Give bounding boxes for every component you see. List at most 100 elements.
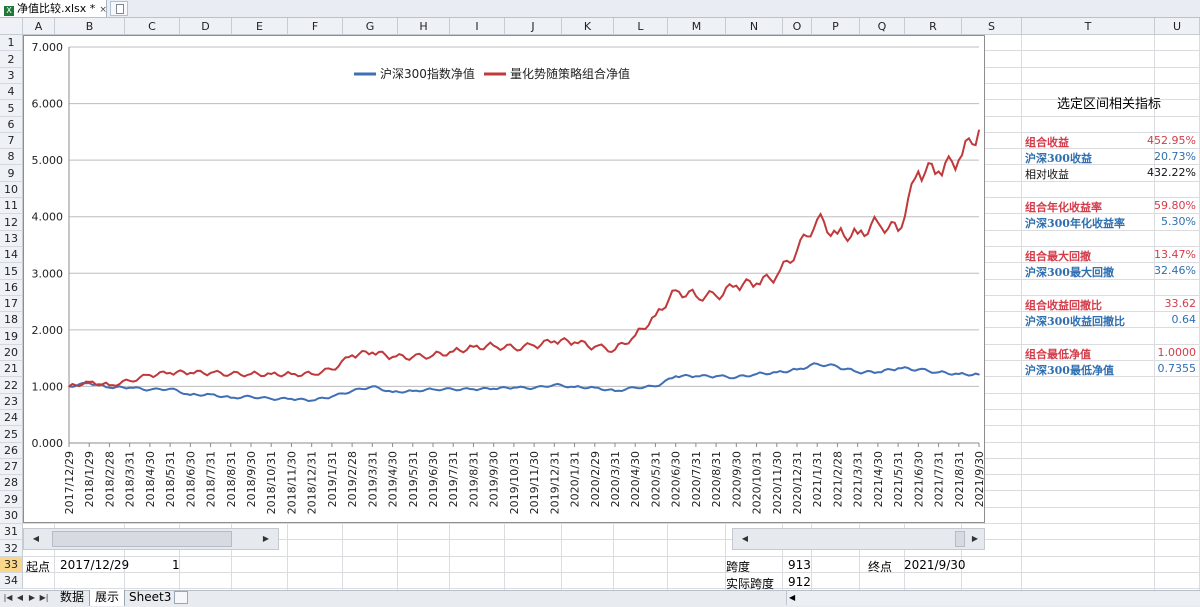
column-header-q[interactable]: Q	[860, 18, 905, 35]
new-document-icon[interactable]	[110, 1, 128, 16]
metric-label[interactable]: 组合年化收益率	[1025, 199, 1102, 215]
start-value-cell[interactable]: 1	[172, 558, 180, 572]
scroll-right-arrow-icon[interactable]: ▶	[258, 529, 274, 549]
row-header-26[interactable]: 26	[0, 443, 23, 459]
row-header-10[interactable]: 10	[0, 182, 23, 198]
sheet-tab-1[interactable]: 数据	[55, 590, 89, 606]
actual-span-value-cell[interactable]: 912	[788, 575, 811, 589]
column-header-u[interactable]: U	[1155, 18, 1200, 35]
metric-value[interactable]: 0.64	[1172, 313, 1197, 326]
select-all-corner[interactable]	[0, 18, 23, 35]
metric-label[interactable]: 相对收益	[1025, 166, 1069, 182]
next-sheet-icon[interactable]: ▶	[26, 591, 38, 605]
scroll-right-arrow-icon[interactable]: ▶	[967, 529, 983, 549]
row-header-15[interactable]: 15	[0, 263, 23, 280]
row-header-23[interactable]: 23	[0, 394, 23, 410]
metric-label[interactable]: 组合收益回撤比	[1025, 297, 1102, 313]
end-label-cell[interactable]: 终点	[868, 558, 892, 575]
span-label-cell[interactable]: 跨度	[726, 558, 750, 575]
column-header-d[interactable]: D	[180, 18, 232, 35]
metric-value[interactable]: 5.30%	[1161, 215, 1196, 228]
row-header-12[interactable]: 12	[0, 214, 23, 231]
metric-value[interactable]: 452.95%	[1147, 134, 1196, 147]
row-header-17[interactable]: 17	[0, 296, 23, 312]
start-date-cell[interactable]: 2017/12/29	[60, 558, 129, 572]
column-header-n[interactable]: N	[726, 18, 783, 35]
metric-value[interactable]: 0.7355	[1158, 362, 1197, 375]
column-header-s[interactable]: S	[962, 18, 1022, 35]
metric-value[interactable]: 1.0000	[1158, 346, 1197, 359]
scroll-thumb[interactable]	[955, 531, 965, 547]
metric-label[interactable]: 沪深300年化收益率	[1025, 215, 1125, 231]
row-header-25[interactable]: 25	[0, 426, 23, 443]
row-header-22[interactable]: 22	[0, 377, 23, 394]
row-header-20[interactable]: 20	[0, 345, 23, 361]
column-header-o[interactable]: O	[783, 18, 812, 35]
row-header-9[interactable]: 9	[0, 165, 23, 182]
sheet-tab-3[interactable]: Sheet3	[124, 590, 176, 606]
row-header-19[interactable]: 19	[0, 328, 23, 345]
scroll-thumb[interactable]	[52, 531, 232, 547]
sheet-tab-2[interactable]: 展示	[89, 590, 126, 606]
row-header-13[interactable]: 13	[0, 231, 23, 247]
column-header-k[interactable]: K	[562, 18, 614, 35]
insert-sheet-icon[interactable]	[174, 591, 188, 604]
metric-label[interactable]: 沪深300收益	[1025, 150, 1092, 166]
span-value-cell[interactable]: 913	[788, 558, 811, 572]
start-label-cell[interactable]: 起点	[26, 558, 50, 575]
row-header-27[interactable]: 27	[0, 459, 23, 475]
metric-label[interactable]: 沪深300最低净值	[1025, 362, 1114, 378]
row-header-14[interactable]: 14	[0, 247, 23, 263]
column-header-i[interactable]: I	[450, 18, 505, 35]
row-header-2[interactable]: 2	[0, 51, 23, 68]
row-header-33[interactable]: 33	[0, 557, 23, 573]
metric-label[interactable]: 沪深300收益回撤比	[1025, 313, 1125, 329]
column-header-b[interactable]: B	[55, 18, 125, 35]
scroll-left-arrow-icon[interactable]: ◀	[737, 529, 753, 549]
row-header-31[interactable]: 31	[0, 524, 23, 540]
column-header-p[interactable]: P	[812, 18, 860, 35]
column-header-h[interactable]: H	[398, 18, 450, 35]
right-horizontal-scrollbar[interactable]: ◀ ▶	[732, 528, 985, 550]
row-header-18[interactable]: 18	[0, 312, 23, 328]
column-header-r[interactable]: R	[905, 18, 962, 35]
column-header-j[interactable]: J	[505, 18, 562, 35]
column-header-g[interactable]: G	[343, 18, 398, 35]
metric-label[interactable]: 沪深300最大回撤	[1025, 264, 1114, 280]
row-header-5[interactable]: 5	[0, 100, 23, 117]
column-header-f[interactable]: F	[288, 18, 343, 35]
row-header-28[interactable]: 28	[0, 475, 23, 491]
row-header-30[interactable]: 30	[0, 508, 23, 524]
column-header-e[interactable]: E	[232, 18, 288, 35]
metric-label[interactable]: 组合最大回撤	[1025, 248, 1091, 264]
row-header-6[interactable]: 6	[0, 117, 23, 133]
row-header-34[interactable]: 34	[0, 573, 23, 589]
column-header-m[interactable]: M	[668, 18, 726, 35]
metric-label[interactable]: 组合收益	[1025, 134, 1069, 150]
metric-label[interactable]: 组合最低净值	[1025, 346, 1091, 362]
row-header-32[interactable]: 32	[0, 540, 23, 557]
left-horizontal-scrollbar[interactable]: ◀ ▶	[23, 528, 279, 550]
close-tab-icon[interactable]: ×	[99, 5, 107, 15]
first-sheet-icon[interactable]: |◀	[2, 591, 14, 605]
row-header-16[interactable]: 16	[0, 280, 23, 296]
end-date-cell[interactable]: 2021/9/30	[904, 558, 966, 572]
column-header-a[interactable]: A	[23, 18, 55, 35]
column-header-l[interactable]: L	[614, 18, 668, 35]
metric-value[interactable]: 13.47%	[1154, 248, 1196, 261]
metric-value[interactable]: 59.80%	[1154, 199, 1196, 212]
row-header-24[interactable]: 24	[0, 410, 23, 426]
row-header-11[interactable]: 11	[0, 198, 23, 214]
sheet-horizontal-scrollbar[interactable]: ◀	[786, 591, 1200, 605]
metric-value[interactable]: 32.46%	[1154, 264, 1196, 277]
row-header-8[interactable]: 8	[0, 149, 23, 165]
metric-value[interactable]: 20.73%	[1154, 150, 1196, 163]
row-header-4[interactable]: 4	[0, 84, 23, 100]
row-header-7[interactable]: 7	[0, 133, 23, 149]
row-header-1[interactable]: 1	[0, 35, 23, 51]
column-header-c[interactable]: C	[125, 18, 180, 35]
row-header-21[interactable]: 21	[0, 361, 23, 377]
prev-sheet-icon[interactable]: ◀	[14, 591, 26, 605]
row-header-3[interactable]: 3	[0, 68, 23, 84]
scroll-left-arrow-icon[interactable]: ◀	[28, 529, 44, 549]
